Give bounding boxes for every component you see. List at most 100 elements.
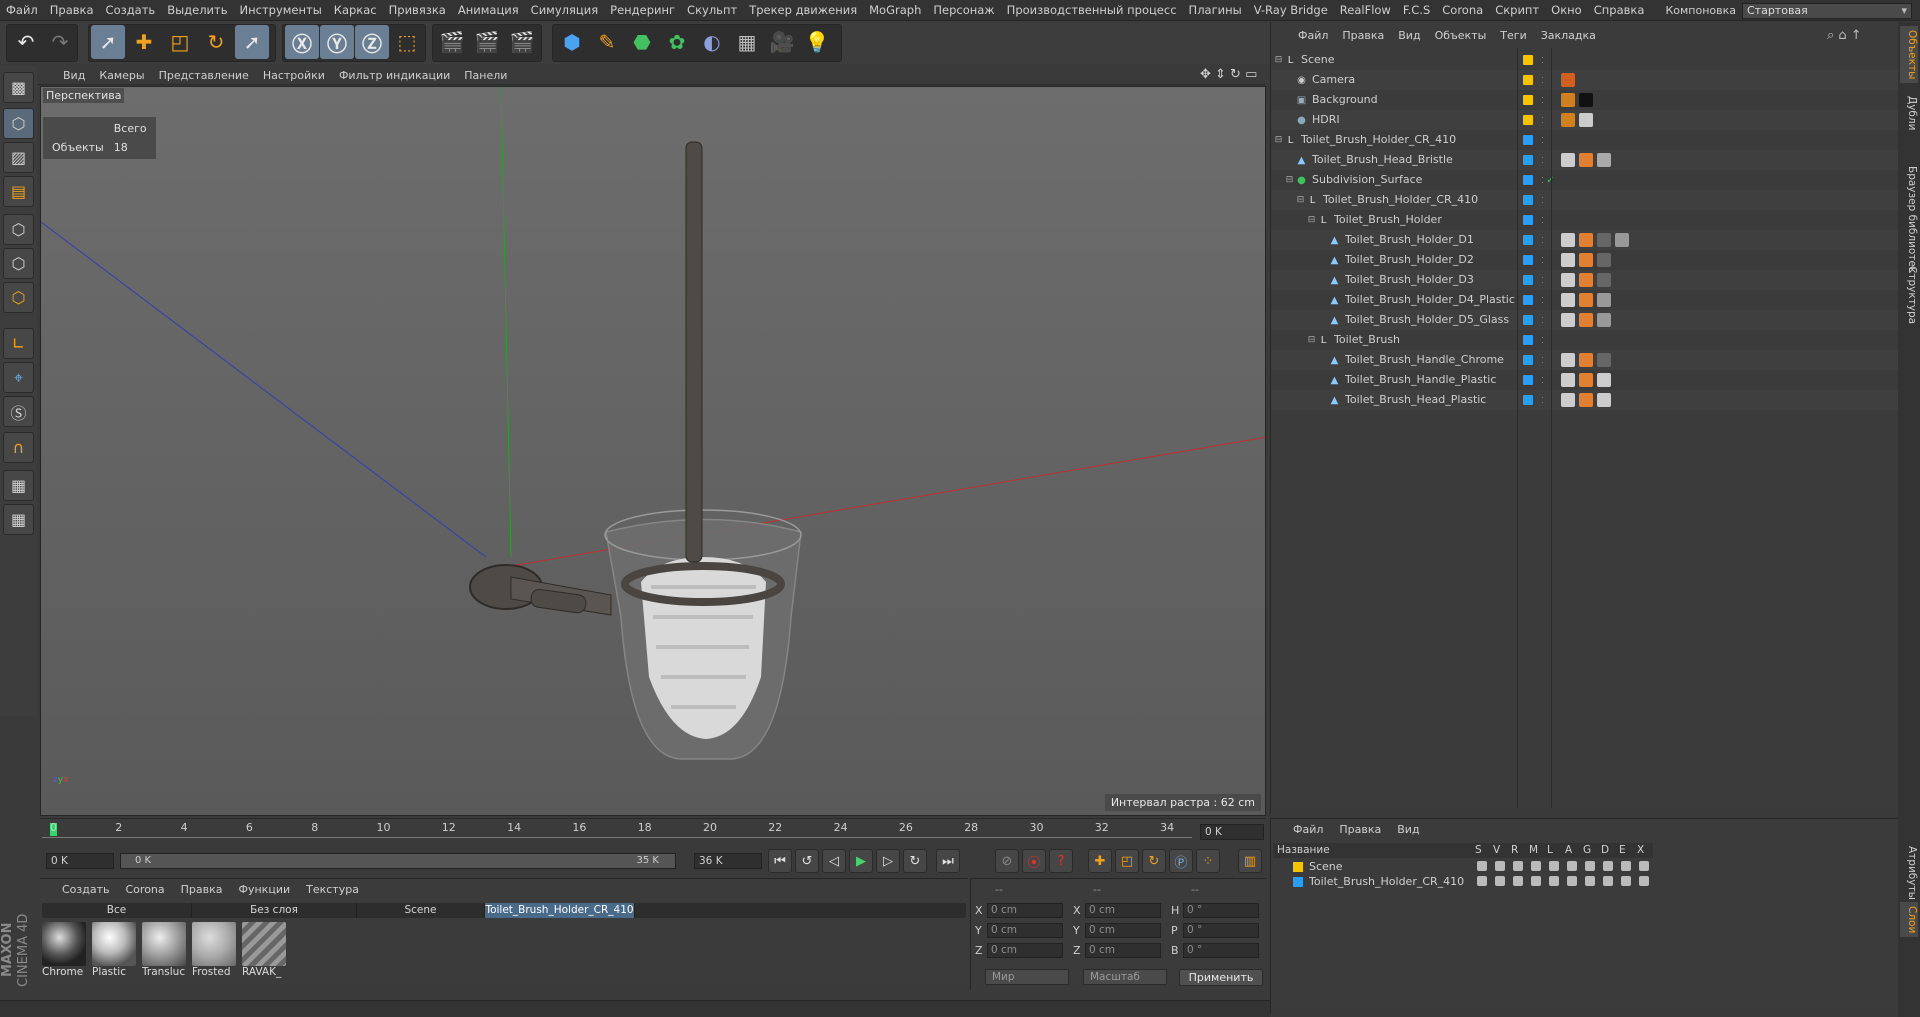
magnet-icon[interactable]: ∩ bbox=[3, 432, 34, 463]
object-name[interactable]: Toilet_Brush_Holder_D3 bbox=[1345, 270, 1474, 290]
auto-key-icon[interactable]: ⦿ bbox=[1022, 849, 1046, 873]
tag-phong-icon[interactable] bbox=[1579, 253, 1593, 267]
visibility-dots-icon[interactable]: ⁚ bbox=[1537, 215, 1548, 226]
coord-field[interactable]: 0 cm bbox=[987, 923, 1063, 938]
subdivision-icon[interactable]: ⬣ bbox=[625, 25, 659, 59]
visibility-dots-icon[interactable]: ⁚ bbox=[1537, 315, 1548, 326]
live-select-icon[interactable]: ➚ bbox=[235, 25, 269, 59]
layer-name[interactable]: Scene bbox=[1309, 860, 1343, 873]
visibility-dots-icon[interactable]: ⁚ bbox=[1537, 335, 1548, 346]
apply-button[interactable]: Применить bbox=[1179, 969, 1263, 986]
range-slider[interactable]: 0 K 35 K bbox=[120, 853, 676, 869]
tag-protection-icon[interactable] bbox=[1561, 73, 1575, 87]
menu-item[interactable]: Трекер движения bbox=[743, 0, 863, 21]
redo-icon[interactable]: ↷ bbox=[43, 25, 77, 59]
object-row[interactable]: ▲ Toilet_Brush_Handle_Plastic ⁚ bbox=[1271, 370, 1899, 390]
tag-material-icon[interactable] bbox=[1597, 293, 1611, 307]
layer-color-swatch[interactable] bbox=[1523, 135, 1533, 145]
tag-phong-icon[interactable] bbox=[1579, 153, 1593, 167]
menu-item[interactable]: Плагины bbox=[1183, 0, 1248, 21]
right-tab[interactable]: Дубли bbox=[1900, 92, 1918, 134]
object-row[interactable]: ⊟ L Toilet_Brush ⁚ bbox=[1271, 330, 1899, 350]
object-name[interactable]: Scene bbox=[1301, 50, 1335, 70]
prev-frame-icon[interactable]: ◁ bbox=[822, 849, 846, 873]
move-icon[interactable]: ✚ bbox=[127, 25, 161, 59]
keyframe-selection-icon[interactable]: ? bbox=[1049, 849, 1073, 873]
menu-item[interactable]: Персонаж bbox=[927, 0, 1000, 21]
layer-color-swatch[interactable] bbox=[1293, 862, 1303, 872]
coord-field[interactable]: 0 cm bbox=[1085, 903, 1161, 918]
object-row[interactable]: ⊟●Subdivision_Surface⁚✓ bbox=[1271, 170, 1899, 190]
visibility-dots-icon[interactable]: ⁚ bbox=[1537, 155, 1548, 166]
object-name[interactable]: Background bbox=[1312, 90, 1378, 110]
object-row[interactable]: ▲ Toilet_Brush_Head_Bristle ⁚ bbox=[1271, 150, 1899, 170]
object-name[interactable]: Toilet_Brush_Holder bbox=[1334, 210, 1442, 230]
tag-phong-icon[interactable] bbox=[1579, 353, 1593, 367]
tag-phong-icon[interactable] bbox=[1579, 233, 1593, 247]
model-mode-icon[interactable]: ⬡ bbox=[3, 108, 34, 139]
visibility-dots-icon[interactable]: ⁚ bbox=[1537, 135, 1548, 146]
object-name[interactable]: Toilet_Brush_Holder_D4_Plastic bbox=[1345, 290, 1515, 310]
key-pla-icon[interactable]: ⁘ bbox=[1196, 849, 1220, 873]
layer-color-swatch[interactable] bbox=[1523, 355, 1533, 365]
snap-icon[interactable]: Ⓢ bbox=[3, 396, 34, 427]
layer-color-swatch[interactable] bbox=[1523, 215, 1533, 225]
cube-icon[interactable]: ⬢ bbox=[555, 25, 589, 59]
object-row[interactable]: ⊟ L Toilet_Brush_Holder_CR_410 ⁚ bbox=[1271, 190, 1899, 210]
select-icon[interactable]: ➚ bbox=[91, 25, 125, 59]
light-icon[interactable]: 💡 bbox=[800, 25, 834, 59]
tag-material-icon[interactable] bbox=[1597, 393, 1611, 407]
timeline-window-icon[interactable]: ▥ bbox=[1238, 849, 1262, 873]
layer-color-swatch[interactable] bbox=[1523, 295, 1533, 305]
layer-color-swatch[interactable] bbox=[1293, 877, 1303, 887]
tag-material-icon[interactable] bbox=[1579, 113, 1593, 127]
end-frame-field[interactable]: 36 K bbox=[694, 853, 762, 869]
record-keys-icon[interactable]: ⊘ bbox=[995, 849, 1019, 873]
floor-icon[interactable]: ▦ bbox=[730, 25, 764, 59]
material-swatch[interactable]: RAVAK_ bbox=[242, 922, 287, 980]
layer-color-swatch[interactable] bbox=[1523, 375, 1533, 385]
tag-texture-icon[interactable] bbox=[1561, 233, 1575, 247]
layer-toggle-icon[interactable] bbox=[1585, 876, 1595, 886]
menu-item[interactable]: Рендеринг bbox=[604, 0, 681, 21]
coord-field[interactable]: 0 ° bbox=[1183, 923, 1259, 938]
right-tab[interactable]: Браузер библиотек bbox=[1900, 162, 1918, 277]
object-name[interactable]: Toilet_Brush bbox=[1334, 330, 1400, 350]
current-frame-field[interactable]: 0 K bbox=[1200, 824, 1264, 840]
material-swatch[interactable]: Chrome bbox=[42, 922, 87, 980]
layer-toggle-icon[interactable] bbox=[1495, 861, 1505, 871]
visibility-dots-icon[interactable]: ⁚ bbox=[1537, 115, 1548, 126]
edges-mode-icon[interactable]: ⬡ bbox=[3, 248, 34, 279]
material-menu-item[interactable]: Создать bbox=[54, 881, 118, 899]
lock-workplane-icon[interactable]: ▦ bbox=[3, 470, 34, 501]
layer-row[interactable]: Scene bbox=[1273, 859, 1653, 874]
tag-phong-icon[interactable] bbox=[1579, 273, 1593, 287]
expand-toggle-icon[interactable]: ⊟ bbox=[1284, 175, 1295, 186]
object-name[interactable]: Toilet_Brush_Handle_Plastic bbox=[1345, 370, 1496, 390]
layer-toggle-icon[interactable] bbox=[1477, 861, 1487, 871]
layer-color-swatch[interactable] bbox=[1523, 275, 1533, 285]
layer-menu-item[interactable]: Вид bbox=[1389, 821, 1427, 839]
object-name[interactable]: Toilet_Brush_Head_Plastic bbox=[1345, 390, 1486, 410]
menu-item[interactable]: Окно bbox=[1545, 0, 1588, 21]
key-scale-icon[interactable]: ◰ bbox=[1115, 849, 1139, 873]
viewport-menu-item[interactable]: Вид bbox=[56, 66, 92, 85]
object-row[interactable]: ⊟ L Toilet_Brush_Holder_CR_410 ⁚ bbox=[1271, 130, 1899, 150]
layer-toggle-icon[interactable] bbox=[1585, 861, 1595, 871]
layer-color-swatch[interactable] bbox=[1523, 175, 1533, 185]
menu-item[interactable]: Производственный процесс bbox=[1001, 0, 1183, 21]
layer-color-swatch[interactable] bbox=[1523, 255, 1533, 265]
tag-texture-icon[interactable] bbox=[1561, 273, 1575, 287]
layer-color-swatch[interactable] bbox=[1523, 235, 1533, 245]
layer-toggle-icon[interactable] bbox=[1549, 876, 1559, 886]
play-icon[interactable]: ▶ bbox=[849, 849, 873, 873]
render-settings-icon[interactable]: 🎬 bbox=[505, 25, 539, 59]
visibility-dots-icon[interactable]: ⁚ bbox=[1537, 255, 1548, 266]
layer-col[interactable]: X bbox=[1637, 844, 1644, 856]
object-menu-item[interactable]: Закладка bbox=[1534, 26, 1603, 46]
menu-item[interactable]: V-Ray Bridge bbox=[1248, 0, 1334, 21]
viewport-menu-item[interactable]: Настройки bbox=[256, 66, 332, 85]
right-tab[interactable]: Структура bbox=[1900, 262, 1918, 328]
coord-field[interactable]: 0 ° bbox=[1183, 903, 1259, 918]
expand-toggle-icon[interactable]: ⊟ bbox=[1273, 135, 1284, 146]
